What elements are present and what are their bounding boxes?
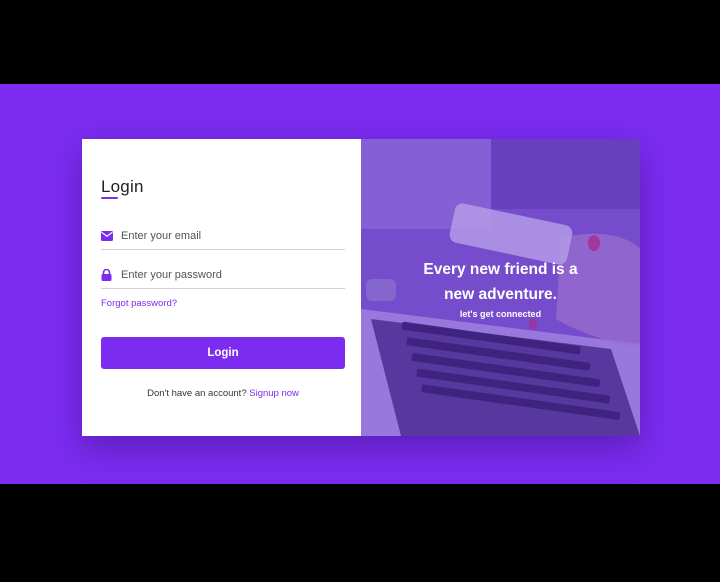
page-background: Login Enter your email Forgot password? …	[0, 84, 720, 484]
email-input[interactable]	[121, 230, 331, 242]
envelope-icon	[101, 230, 113, 242]
signup-row: Don't have an account? Signup now	[101, 388, 345, 399]
password-input[interactable]	[121, 269, 331, 281]
password-field[interactable]	[101, 262, 345, 289]
hero-line-2: new adventure.	[444, 286, 557, 303]
signup-link[interactable]: Signup now	[249, 388, 299, 399]
hero-text: Every new friend is a new adventure. let…	[361, 257, 640, 319]
email-field[interactable]	[101, 223, 345, 250]
hero-image-pane: Every new friend is a new adventure. let…	[361, 139, 640, 436]
title-underline	[101, 197, 118, 199]
login-form-pane: Login Enter your email Forgot password? …	[82, 139, 361, 436]
forgot-password-link[interactable]: Forgot password?	[101, 298, 177, 309]
login-button[interactable]: Login	[101, 337, 345, 369]
signup-prompt: Don't have an account?	[147, 388, 247, 399]
lock-icon	[101, 269, 113, 281]
hero-subtitle: let's get connected	[459, 309, 542, 319]
login-card: Login Enter your email Forgot password? …	[82, 139, 640, 436]
hero-line-1: Every new friend is a	[423, 261, 578, 278]
login-title: Login	[101, 177, 144, 196]
